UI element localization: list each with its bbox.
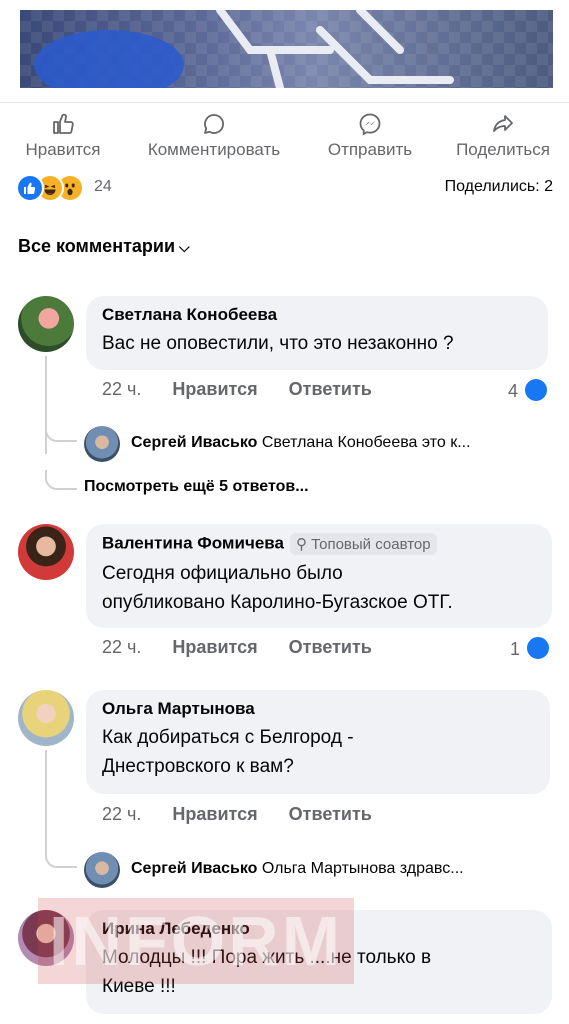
comment-text-line: опубликовано Каролино-Бугазское ОТГ. xyxy=(102,592,453,613)
send-label: Отправить xyxy=(327,140,413,159)
comment-reply-button[interactable]: Ответить xyxy=(289,804,372,824)
thread-branch xyxy=(45,420,77,442)
shares-count[interactable]: Поделились: 2 xyxy=(445,178,553,196)
messenger-icon xyxy=(359,113,381,136)
post-photo[interactable] xyxy=(20,10,553,88)
comment-text-line: Днестровского к вам? xyxy=(102,756,294,777)
comment-like-button[interactable]: Нравится xyxy=(172,379,257,399)
comment-text-line: Киеве !!! xyxy=(102,976,176,997)
chevron-down-icon: ⌵ xyxy=(179,239,190,255)
like-icon xyxy=(523,377,550,403)
like-button[interactable]: Нравится xyxy=(20,112,106,160)
reply-text: Светлана Конобеева это к... xyxy=(261,434,471,451)
avatar[interactable] xyxy=(84,426,120,462)
comment-text: Молодцы !!! Пора жить ....не только в Ки… xyxy=(102,943,536,1001)
comment-likes-count: 1 xyxy=(510,638,521,659)
comment-reply-button[interactable]: Ответить xyxy=(289,379,372,399)
comment-bubble: Валентина Фомичева ⚲ Топовый соавтор Сего… xyxy=(86,524,552,628)
comment-text: Вас не оповестили, что это незаконно ? xyxy=(102,333,454,354)
like-icon xyxy=(16,174,44,202)
comments-filter-label: Все комментарии xyxy=(18,236,176,256)
share-button[interactable]: Поделиться xyxy=(448,112,558,160)
comment-label: Комментировать xyxy=(147,140,281,159)
award-icon: ⚲ xyxy=(295,536,307,553)
comment-meta: 22 ч. Нравится Ответить xyxy=(102,637,372,658)
comment-reply-button[interactable]: Ответить xyxy=(289,637,372,657)
thread-line xyxy=(45,356,47,454)
photo-sunbed xyxy=(216,10,454,88)
view-more-replies[interactable]: Посмотреть ещё 5 ответов... xyxy=(84,478,309,496)
send-button[interactable]: Отправить xyxy=(320,112,420,160)
like-icon xyxy=(525,635,552,661)
comment-author[interactable]: Светлана Конобеева xyxy=(102,305,532,325)
comment-author-name[interactable]: Валентина Фомичева xyxy=(102,533,284,552)
thumbs-up-icon xyxy=(53,113,74,134)
comment-button[interactable]: Комментировать xyxy=(136,112,292,160)
like-label: Нравится xyxy=(25,140,101,159)
comment-author: Валентина Фомичева ⚲ Топовый соавтор xyxy=(102,533,536,555)
top-contributor-badge: ⚲ Топовый соавтор xyxy=(289,533,437,555)
avatar[interactable] xyxy=(84,852,120,888)
reply-preview[interactable]: Сергей Ивасько Ольга Мартынова здравс... xyxy=(131,860,555,878)
comment-text-line: Как добираться с Белгород - xyxy=(102,727,354,748)
share-icon xyxy=(493,115,513,132)
thread-branch xyxy=(45,470,77,490)
avatar[interactable] xyxy=(18,524,74,580)
comment-like-button[interactable]: Нравится xyxy=(172,804,257,824)
comment-time[interactable]: 22 ч. xyxy=(102,804,141,824)
avatar[interactable] xyxy=(18,690,74,746)
thread-line xyxy=(45,750,47,848)
comment-text: Как добираться с Белгород - Днестровског… xyxy=(102,723,534,781)
comment-author[interactable]: Ирина Лебеденко xyxy=(102,919,536,939)
comment-bubble: Ольга Мартынова Как добираться с Белгоро… xyxy=(86,690,550,794)
reply-author: Сергей Ивасько xyxy=(131,434,258,451)
comment-text: Сегодня официально было опубликовано Кар… xyxy=(102,559,536,617)
badge-label: Топовый соавтор xyxy=(311,536,431,553)
reactions-count: 24 xyxy=(94,178,112,195)
comment-text-line: Молодцы !!! Пора жить ....не только в xyxy=(102,947,432,968)
comment-bubble: Светлана Конобеева Вас не оповестили, чт… xyxy=(86,296,548,370)
comment-author[interactable]: Ольга Мартынова xyxy=(102,699,534,719)
reply-preview[interactable]: Сергей Ивасько Светлана Конобеева это к.… xyxy=(131,434,555,452)
reply-author: Сергей Ивасько xyxy=(131,860,258,877)
avatar[interactable] xyxy=(18,296,74,352)
comment-text-line: Сегодня официально было xyxy=(102,563,343,584)
comments-filter[interactable]: Все комментарии ⌵ xyxy=(18,236,190,257)
comment-meta: 22 ч. Нравится Ответить xyxy=(102,804,372,825)
comment-likes[interactable]: 1 xyxy=(510,635,552,663)
thread-branch xyxy=(45,846,77,868)
avatar[interactable] xyxy=(18,910,74,966)
comment-time[interactable]: 22 ч. xyxy=(102,637,141,657)
comment-likes-count: 4 xyxy=(508,380,519,401)
divider xyxy=(0,102,569,103)
comment-bubble: Ирина Лебеденко Молодцы !!! Пора жить ..… xyxy=(86,910,552,1014)
comment-time[interactable]: 22 ч. xyxy=(102,379,141,399)
comment-icon xyxy=(204,114,224,134)
reply-text: Ольга Мартынова здравс... xyxy=(261,860,464,877)
comment-likes[interactable]: 4 xyxy=(508,377,550,405)
comment-like-button[interactable]: Нравится xyxy=(172,637,257,657)
comment-meta: 22 ч. Нравится Ответить xyxy=(102,379,372,400)
share-label: Поделиться xyxy=(456,140,550,159)
